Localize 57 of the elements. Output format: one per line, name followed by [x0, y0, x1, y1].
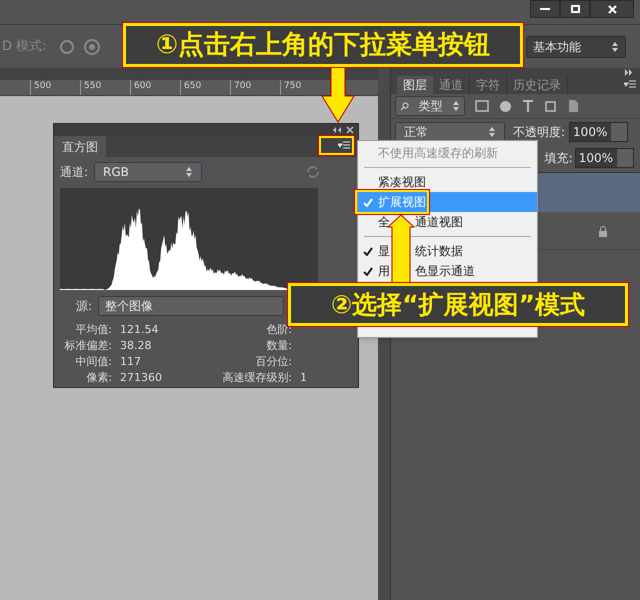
stat-label: 高速缓存级别: — [221, 370, 292, 386]
fill-label: 填充: — [544, 150, 573, 167]
source-label: 源: — [76, 298, 92, 315]
fill-field[interactable]: 100% — [574, 148, 634, 168]
rotate-icon — [82, 38, 101, 56]
stat-value: 38.28 — [120, 338, 152, 354]
stat-value: 121.54 — [120, 322, 160, 338]
menu-item[interactable]: 全 通道视图 — [358, 212, 537, 232]
restore-button[interactable] — [560, 0, 590, 18]
opacity-field[interactable]: 100% — [569, 122, 628, 142]
channel-dropdown[interactable]: RGB — [94, 162, 202, 182]
stat-value: 117 — [120, 354, 142, 370]
stat-label: 百分位: — [254, 354, 292, 370]
close-icon — [608, 4, 616, 14]
callout: ②选择“扩展视图”模式 — [288, 283, 628, 326]
stat-label: 中间值: — [74, 354, 112, 370]
stat-label: 平均值: — [74, 322, 112, 338]
lock-icon — [598, 224, 608, 236]
stat-value: 1 — [300, 370, 308, 386]
adjustment-filter-icon[interactable] — [499, 100, 512, 112]
panel-menu-icon — [338, 141, 350, 150]
search-icon — [400, 102, 409, 110]
blend-mode-dropdown[interactable]: 正常 — [395, 122, 505, 142]
dropdown-caret-icon — [185, 166, 194, 178]
smart-object-filter-icon[interactable] — [567, 99, 579, 113]
type-filter-icon[interactable] — [522, 100, 534, 112]
panel-tab[interactable]: 图层 — [397, 76, 433, 94]
panel-tab[interactable]: 字符 — [470, 76, 507, 94]
collapse-icon[interactable] — [332, 126, 342, 134]
callout: ①点击右上角的下拉菜单按钮 — [123, 23, 523, 67]
filter-dropdown[interactable]: 类型 — [395, 96, 465, 116]
panel-tab[interactable]: 历史记录 — [507, 76, 568, 94]
menu-item[interactable]: 紧凑视图 — [358, 172, 537, 192]
panel-tab[interactable]: 直方图 — [54, 136, 106, 157]
channel-label: 通道: — [60, 164, 88, 181]
source-dropdown[interactable]: 整个图像 — [98, 296, 284, 316]
panel-menu-icon[interactable] — [624, 80, 636, 89]
minimize-button[interactable] — [530, 0, 560, 18]
stat-label: 标准偏差: — [63, 338, 112, 354]
menu-item[interactable]: 用 色显示通道 — [358, 261, 537, 281]
image-filter-icon[interactable] — [475, 100, 489, 112]
shape-filter-icon[interactable] — [544, 100, 557, 112]
menu-item[interactable]: 显 统计数据 — [358, 241, 537, 261]
close-button[interactable] — [590, 0, 634, 18]
dropdown-caret-icon — [452, 100, 460, 112]
dropdown-caret-icon — [488, 126, 496, 138]
menu-item[interactable]: 扩展视图 — [358, 192, 537, 212]
stat-label: 像素: — [85, 370, 112, 386]
stat-label: 数量: — [265, 338, 292, 354]
opacity-label: 不透明度: — [513, 124, 566, 140]
ruler: 500 550 600 650 700 750 — [0, 80, 378, 96]
dropdown-caret-icon — [611, 40, 619, 52]
close-icon[interactable] — [346, 126, 354, 134]
panel-tab[interactable]: 通道 — [433, 76, 470, 94]
stat-value: 271360 — [120, 370, 163, 386]
panel-menu-button[interactable] — [319, 136, 354, 155]
workspace-dropdown[interactable]: 基本功能 — [526, 36, 626, 58]
